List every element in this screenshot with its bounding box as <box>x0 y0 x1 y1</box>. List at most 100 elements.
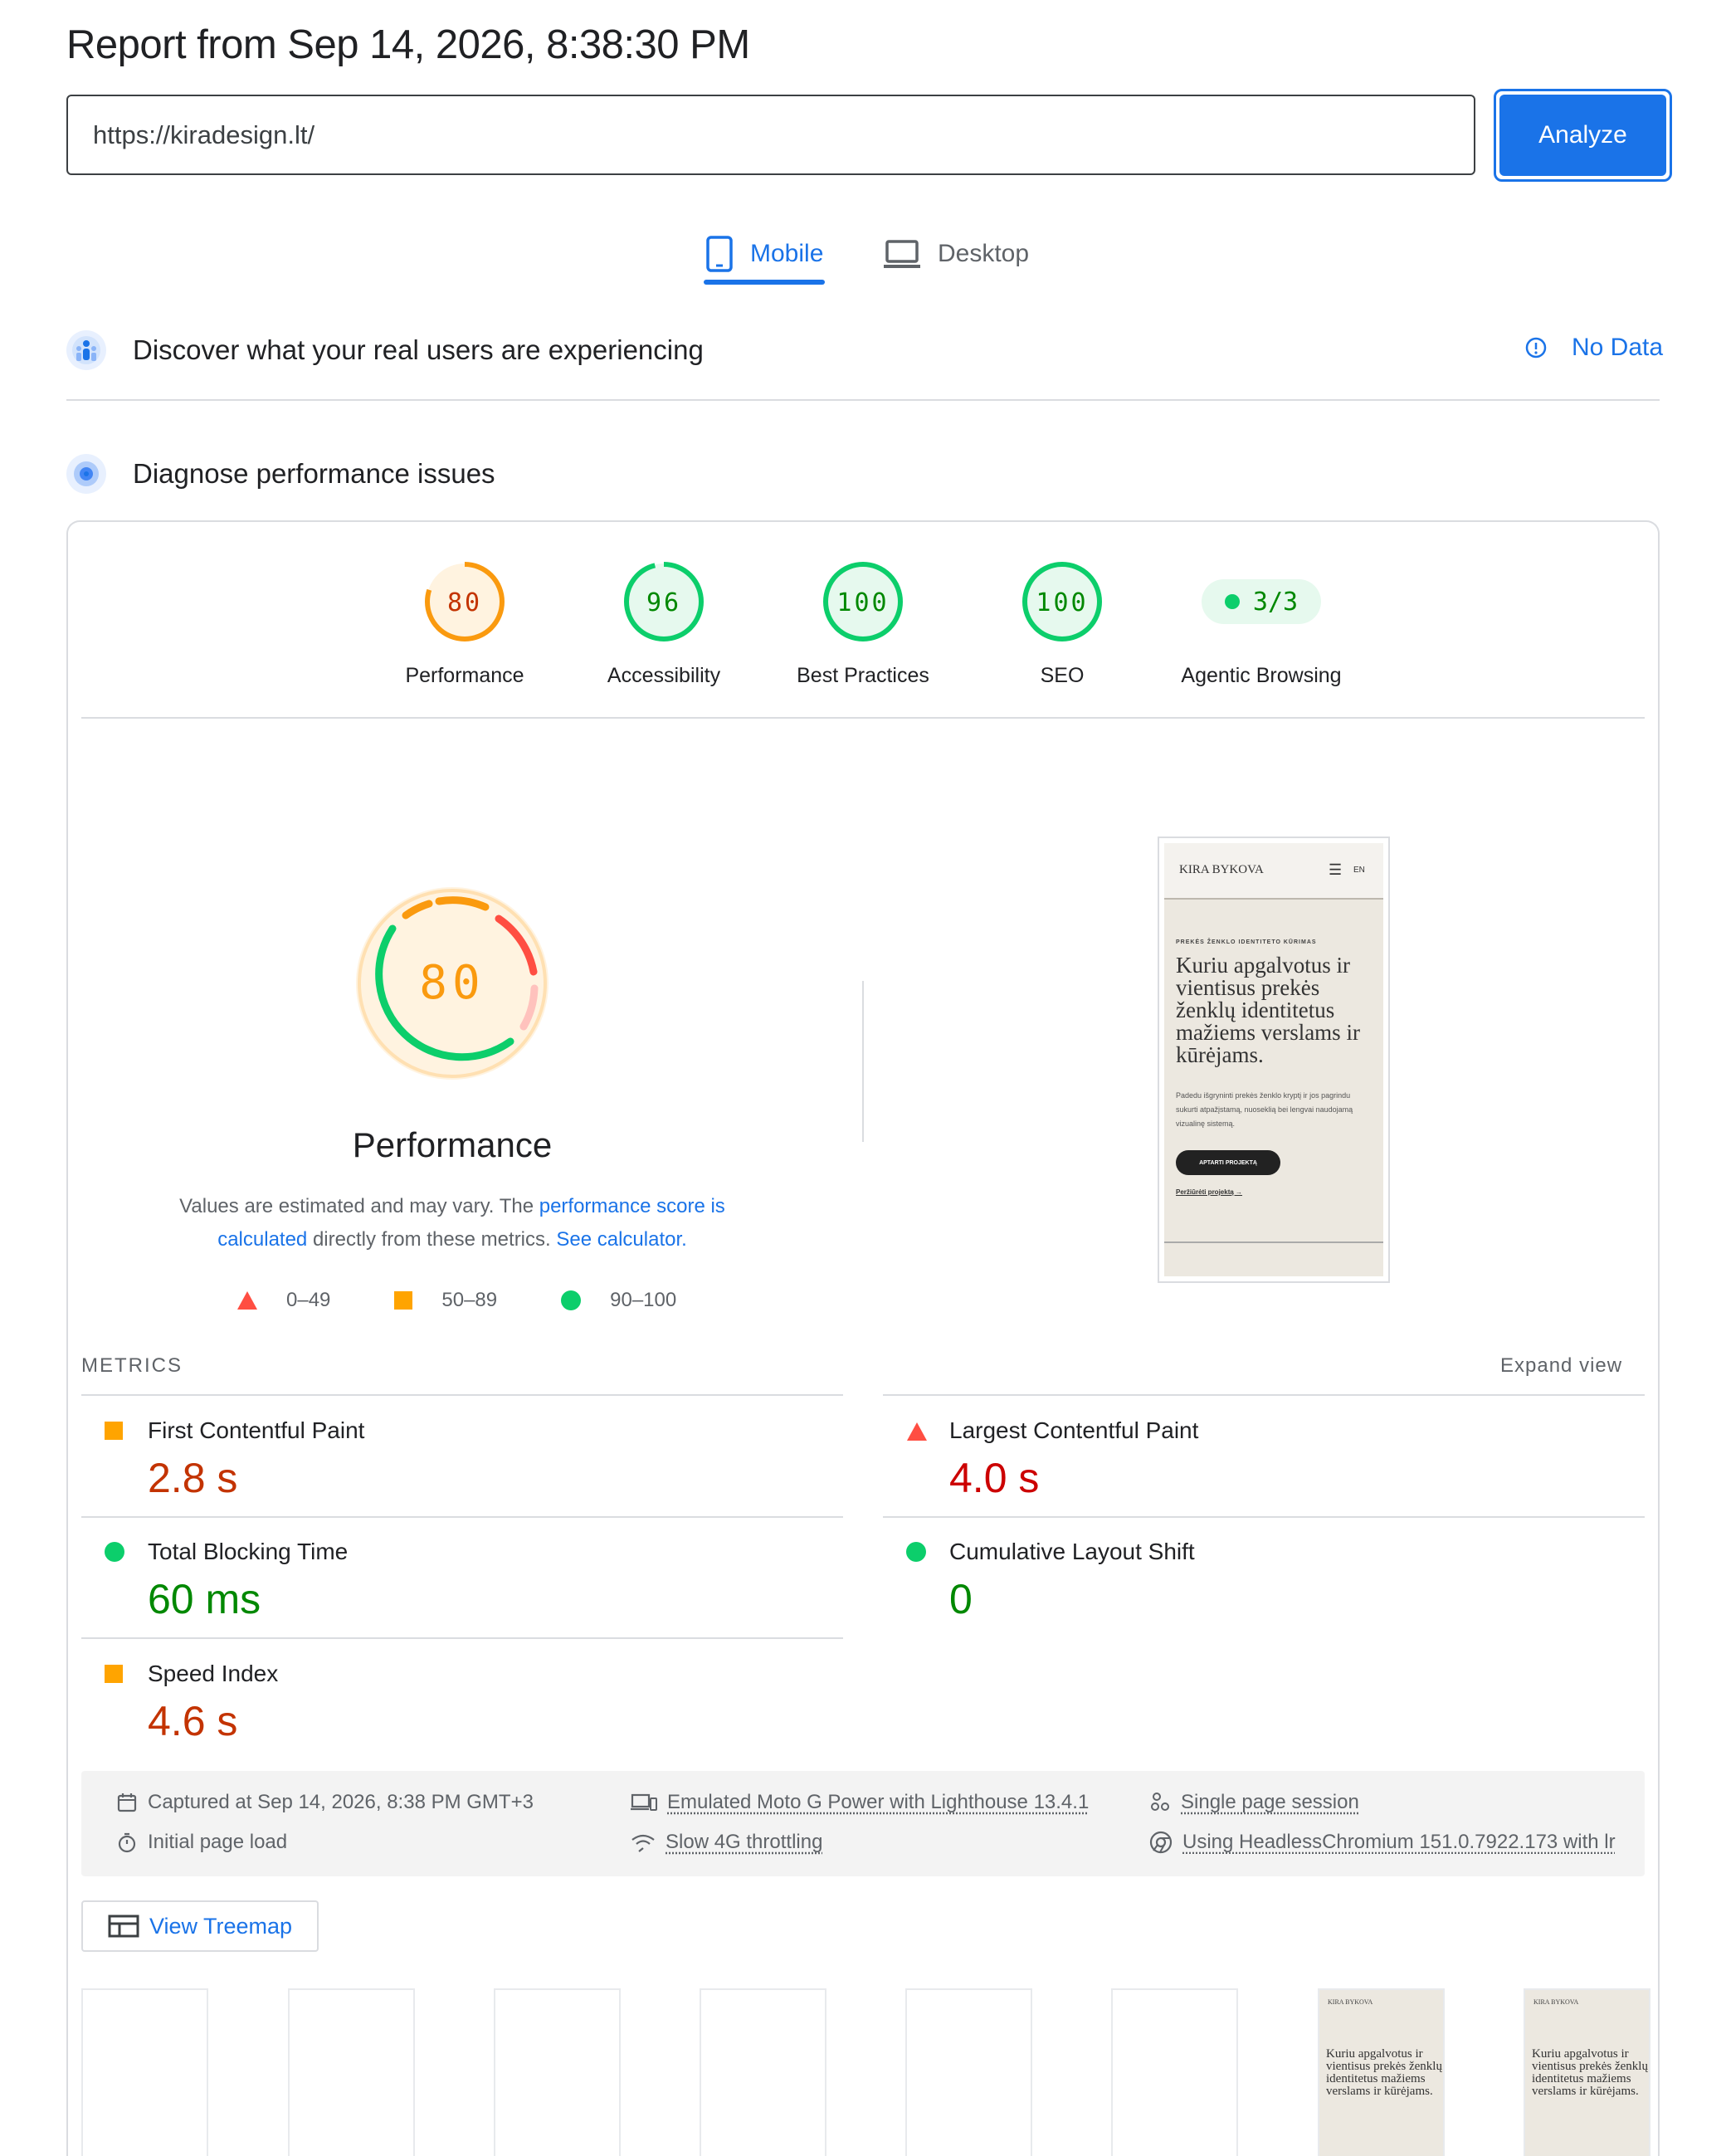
run-info-panel <box>81 1771 1645 1876</box>
score-legend: 0–49 50–89 90–100 <box>236 1289 676 1312</box>
performance-title: Performance <box>245 1125 660 1165</box>
analyze-button[interactable]: Analyze <box>1499 95 1666 176</box>
performance-description: Values are estimated and may vary. The p… <box>145 1190 759 1256</box>
tab-desktop-label: Desktop <box>938 240 1029 268</box>
frame-headline: Kuriu apgalvotus ir vientisus prekės žen… <box>1326 2048 1442 2098</box>
throttling-text: Slow 4G throttling <box>666 1831 822 1854</box>
metric-name-fcp: First Contentful Paint <box>148 1417 364 1444</box>
performance-big-score: 80 <box>419 956 485 1010</box>
tab-mobile[interactable]: Mobile <box>705 221 823 287</box>
screenshot-header: KIRA BYKOVA ☰ EN <box>1164 843 1383 900</box>
screenshot-eyebrow: PREKĖS ŽENKLO IDENTITETO KŪRIMAS <box>1176 939 1317 945</box>
metric-divider <box>883 1516 1645 1518</box>
metric-value-cls: 0 <box>949 1575 973 1623</box>
device-text: Emulated Moto G Power with Lighthouse 13… <box>667 1791 1089 1814</box>
session-text: Single page session <box>1181 1791 1359 1814</box>
run-info-device[interactable]: Emulated Moto G Power with Lighthouse 13… <box>631 1791 1089 1814</box>
load-text: Initial page load <box>148 1831 287 1854</box>
gauge-score: 80 <box>447 588 482 617</box>
final-screenshot[interactable]: KIRA BYKOVA ☰ EN PREKĖS ŽENKLO IDENTITET… <box>1158 837 1390 1283</box>
target-icon <box>66 454 106 494</box>
desc-mid: directly from these metrics. <box>307 1228 556 1251</box>
filmstrip-frame[interactable] <box>288 1988 415 2156</box>
pass-circle-icon <box>560 1290 582 1311</box>
frame-brand: KIRA BYKOVA <box>1328 1998 1373 2006</box>
filmstrip-frame[interactable]: KIRA BYKOVA Kuriu apgalvotus ir vientisus… <box>1318 1988 1445 2156</box>
fcp-average-icon <box>105 1422 123 1444</box>
frame-headline: Kuriu apgalvotus ir vientisus prekės žen… <box>1532 2048 1648 2098</box>
treemap-icon <box>108 1915 139 1938</box>
run-info-session[interactable]: Single page session <box>1149 1791 1359 1814</box>
view-treemap-label: View Treemap <box>149 1914 292 1939</box>
gauge-score: 100 <box>836 588 889 617</box>
screenshot-headline: Kuriu apgalvotus ir vientisus prekės žen… <box>1176 954 1382 1066</box>
captured-text: Captured at Sep 14, 2026, 8:38 PM GMT+3 <box>148 1791 534 1814</box>
performance-big-gauge: 80 <box>353 884 552 1083</box>
metric-value-tbt: 60 ms <box>148 1575 261 1623</box>
screenshot-body: Padedu išgryninti prekės ženklo kryptį i… <box>1176 1089 1363 1131</box>
screenshot-cta: APTARTI PROJEKTĄ <box>1176 1150 1280 1175</box>
phone-icon <box>705 236 734 272</box>
url-input[interactable]: https://kiradesign.lt/ <box>66 95 1475 175</box>
laptop-icon <box>883 237 921 271</box>
url-input-value: https://kiradesign.lt/ <box>93 120 314 150</box>
gauge-label: Accessibility <box>607 664 720 688</box>
screenshot-divider-line <box>1164 1241 1383 1243</box>
timer-icon <box>116 1832 138 1853</box>
filmstrip-frame[interactable] <box>81 1988 208 2156</box>
gauge-label: SEO <box>1041 664 1085 688</box>
see-calculator-link[interactable]: See calculator. <box>556 1228 686 1251</box>
gauge-screenshot-divider <box>862 981 864 1142</box>
metric-name-tbt: Total Blocking Time <box>148 1539 348 1565</box>
run-info-captured: Captured at Sep 14, 2026, 8:38 PM GMT+3 <box>116 1791 534 1814</box>
filmstrip-frame[interactable] <box>905 1988 1032 2156</box>
view-treemap-button[interactable]: View Treemap <box>81 1900 319 1952</box>
metric-divider <box>883 1394 1645 1396</box>
lcp-fail-icon <box>906 1422 928 1446</box>
diagnose-row: Diagnose performance issues <box>66 451 495 497</box>
filmstrip-frame[interactable] <box>494 1988 621 2156</box>
legend-fail-range: 0–49 <box>286 1289 330 1312</box>
run-info-throttling[interactable]: Slow 4G throttling <box>631 1831 822 1854</box>
screenshot-menu-icon: ☰ <box>1329 861 1342 879</box>
fail-triangle-icon <box>236 1290 258 1310</box>
filmstrip-frame[interactable] <box>700 1988 826 2156</box>
metric-divider <box>81 1637 843 1639</box>
metric-name-lcp: Largest Contentful Paint <box>949 1417 1198 1444</box>
chrome-icon <box>1149 1831 1173 1854</box>
legend-average-range: 50–89 <box>441 1289 497 1312</box>
filmstrip-frame[interactable]: KIRA BYKOVA Kuriu apgalvotus ir vientisus… <box>1524 1988 1650 2156</box>
calendar-icon <box>116 1792 138 1813</box>
frame-brand: KIRA BYKOVA <box>1533 1998 1578 2006</box>
metrics-heading: METRICS <box>81 1354 183 1378</box>
average-square-icon <box>393 1290 413 1310</box>
screenshot-secondary-link: Peržiūrėti projektą → <box>1176 1188 1242 1196</box>
gauge-label: Performance <box>405 664 524 688</box>
analyze-button-focus-ring: Analyze <box>1494 89 1672 182</box>
screenshot-lang: EN <box>1353 866 1365 875</box>
session-icon <box>1149 1792 1171 1813</box>
tbt-pass-icon <box>105 1542 124 1566</box>
diagnose-heading: Diagnose performance issues <box>133 458 495 490</box>
metric-value-lcp: 4.0 s <box>949 1454 1039 1502</box>
wifi-icon <box>631 1832 656 1853</box>
metric-divider <box>81 1394 843 1396</box>
metric-name-cls: Cumulative Layout Shift <box>949 1539 1195 1565</box>
active-tab-indicator <box>704 280 825 285</box>
tab-desktop[interactable]: Desktop <box>883 221 1029 287</box>
metric-value-fcp: 2.8 s <box>148 1454 237 1502</box>
run-info-load: Initial page load <box>116 1831 287 1854</box>
expand-view-toggle[interactable]: Expand view <box>1500 1354 1622 1378</box>
metric-divider <box>81 1516 843 1518</box>
metric-name-si: Speed Index <box>148 1661 278 1687</box>
screenshot-brand: KIRA BYKOVA <box>1179 863 1264 877</box>
run-info-browser[interactable]: Using HeadlessChromium 151.0.7922.173 wi… <box>1149 1831 1631 1854</box>
info-icon <box>1525 337 1547 359</box>
filmstrip-frame[interactable] <box>1111 1988 1238 2156</box>
browser-text: Using HeadlessChromium 151.0.7922.173 wi… <box>1182 1831 1616 1854</box>
pass-dot-icon <box>1225 594 1240 609</box>
cls-pass-icon <box>906 1542 926 1566</box>
tab-mobile-label: Mobile <box>750 240 823 268</box>
no-data-link[interactable]: No Data <box>1525 334 1663 362</box>
devices-icon <box>631 1792 657 1813</box>
